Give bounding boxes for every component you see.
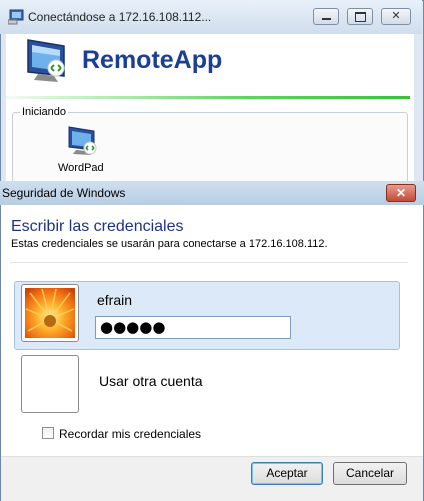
remoteapp-monitor-icon bbox=[27, 39, 65, 82]
maximize-button[interactable] bbox=[347, 8, 373, 25]
connection-progress-line bbox=[6, 96, 410, 99]
other-account-label[interactable]: Usar otra cuenta bbox=[99, 373, 203, 389]
minimize-icon bbox=[322, 18, 331, 20]
username-label: efrain bbox=[97, 292, 133, 308]
wordpad-remote-icon bbox=[68, 126, 97, 155]
remember-credentials-label[interactable]: Recordar mis credenciales bbox=[59, 427, 201, 441]
dialog-title: Seguridad de Windows bbox=[2, 186, 126, 200]
close-icon: ✕ bbox=[395, 186, 407, 200]
dialog-close-button[interactable]: ✕ bbox=[386, 184, 416, 202]
credentials-description: Estas credenciales se usarán para conect… bbox=[11, 238, 328, 250]
close-button[interactable]: ✕ bbox=[381, 8, 411, 25]
minimize-button[interactable] bbox=[313, 8, 339, 25]
password-field[interactable]: ●●●●● bbox=[95, 316, 291, 339]
wordpad-program-label: WordPad bbox=[58, 162, 104, 174]
other-account-picture-frame[interactable] bbox=[21, 355, 79, 413]
remember-credentials-checkbox[interactable] bbox=[42, 427, 54, 439]
orange-flower-user-picture bbox=[25, 288, 75, 338]
remote-desktop-icon bbox=[8, 9, 24, 25]
cancel-button[interactable]: Cancelar bbox=[333, 462, 407, 485]
user-picture-frame bbox=[21, 284, 79, 342]
maximize-icon bbox=[355, 12, 366, 22]
divider bbox=[10, 262, 408, 263]
starting-group-label: Iniciando bbox=[20, 106, 69, 118]
credentials-heading: Escribir las credenciales bbox=[11, 218, 184, 235]
close-icon: ✕ bbox=[391, 10, 401, 22]
connecting-window-title: Conectándose a 172.16.108.112... bbox=[28, 10, 212, 24]
remoteapp-title: RemoteApp bbox=[82, 46, 223, 74]
accept-button[interactable]: Aceptar bbox=[251, 462, 323, 485]
